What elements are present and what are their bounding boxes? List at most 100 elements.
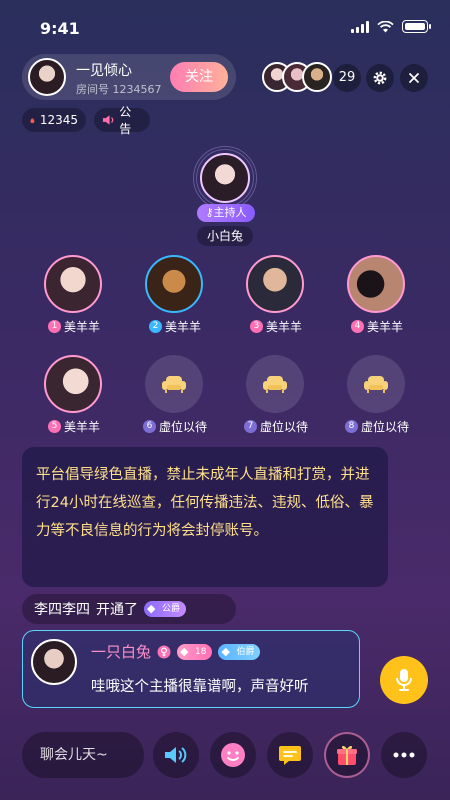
- noble-label: 公爵: [162, 604, 181, 614]
- key-icon: ⚷: [205, 206, 214, 219]
- status-time: 9:41: [40, 19, 80, 38]
- follow-button[interactable]: 关注: [170, 62, 228, 92]
- host-card[interactable]: 一见倾心 房间号 1234567 关注: [22, 54, 236, 100]
- seat-name: 虚位以待: [259, 420, 308, 434]
- seat-name: 美羊羊: [265, 320, 302, 334]
- room-number: 房间号 1234567: [76, 83, 162, 96]
- seat-label: 1 美羊羊: [29, 318, 119, 335]
- mic-button[interactable]: [380, 656, 428, 704]
- message-button[interactable]: [267, 732, 313, 778]
- gender-female-icon: [157, 645, 171, 658]
- announcement-label: 公告: [119, 105, 132, 136]
- emoji-button[interactable]: [210, 732, 256, 778]
- mic-seat-3[interactable]: 3 美羊羊: [231, 255, 321, 345]
- speaker-icon: [165, 747, 187, 763]
- microphone-icon: [396, 669, 412, 691]
- seat-label: 6 虚位以待: [130, 418, 220, 435]
- speaker-icon: [102, 115, 114, 125]
- message-action: 开通了: [96, 602, 138, 618]
- noble-badge: 公爵: [144, 601, 187, 617]
- noble-badge: 伯爵: [218, 643, 261, 660]
- seat-number: 8: [344, 420, 358, 433]
- sofa-icon: [162, 376, 186, 393]
- host-seat[interactable]: ⚷主持人 小白兔: [187, 146, 263, 246]
- seat-number: 6: [142, 420, 156, 433]
- chat-input[interactable]: 聊会儿天~: [22, 732, 144, 778]
- chat-avatar[interactable]: [31, 639, 77, 685]
- seat-label: 7 虚位以待: [231, 418, 321, 435]
- mic-seat-1[interactable]: 1 美羊羊: [29, 255, 119, 345]
- sofa-icon: [263, 376, 287, 393]
- seat-number: 7: [243, 420, 257, 433]
- viewer-count[interactable]: 29: [333, 64, 361, 92]
- platform-notice: 平台倡导绿色直播，禁止未成年人直播和打赏，并进行24小时在线巡查，任何传播违法、…: [22, 447, 388, 587]
- seat-avatar[interactable]: [44, 255, 102, 313]
- chat-bubble-icon: [279, 746, 301, 765]
- seat-name: 美羊羊: [164, 320, 201, 334]
- seat-label: 8 虚位以待: [332, 418, 422, 435]
- flame-icon: [30, 116, 35, 123]
- level-badge: 18: [177, 643, 213, 660]
- gear-icon: [373, 71, 387, 85]
- mic-seat-8[interactable]: 8 虚位以待: [332, 355, 422, 445]
- heat-pill[interactable]: 12345: [22, 108, 86, 132]
- noble-label: 伯爵: [236, 646, 255, 657]
- seat-name: 美羊羊: [63, 420, 100, 434]
- host-avatar[interactable]: [28, 58, 66, 96]
- close-button[interactable]: [400, 64, 428, 92]
- wifi-icon: [377, 20, 394, 32]
- level-value: 18: [195, 646, 207, 657]
- host-role-label: 主持人: [213, 206, 247, 219]
- settings-button[interactable]: [366, 64, 394, 92]
- battery-icon: [402, 20, 431, 33]
- mic-seat-4[interactable]: 4 美羊羊: [332, 255, 422, 345]
- seat-number: 2: [148, 320, 162, 333]
- seat-number: 4: [350, 320, 364, 333]
- seat-avatar[interactable]: [44, 355, 102, 413]
- volume-button[interactable]: [153, 732, 199, 778]
- seat-avatar[interactable]: [145, 255, 203, 313]
- mic-seat-6[interactable]: 6 虚位以待: [130, 355, 220, 445]
- seat-avatar[interactable]: [246, 255, 304, 313]
- seat-number: 1: [47, 320, 61, 333]
- seat-label: 5 美羊羊: [29, 418, 119, 435]
- seat-avatar[interactable]: [347, 255, 405, 313]
- more-icon: [393, 752, 415, 758]
- host-seat-avatar[interactable]: [200, 153, 250, 203]
- seat-number: 5: [47, 420, 61, 433]
- empty-seat[interactable]: [145, 355, 203, 413]
- mic-seat-2[interactable]: 2 美羊羊: [130, 255, 220, 345]
- viewer-avatar[interactable]: [302, 62, 332, 92]
- close-icon: [409, 73, 419, 83]
- more-button[interactable]: [381, 732, 427, 778]
- chat-user-row: 一只白兔 18 伯爵: [91, 641, 261, 662]
- system-message: 李四李四 开通了 公爵: [22, 594, 236, 624]
- chat-text: 哇哦这个主播很靠谱啊，声音好听: [91, 679, 309, 695]
- viewer-avatars[interactable]: [262, 62, 332, 94]
- sofa-icon: [364, 376, 388, 393]
- gift-icon: [337, 745, 357, 765]
- seat-name: 虚位以待: [158, 420, 207, 434]
- empty-seat[interactable]: [246, 355, 304, 413]
- seat-name: 美羊羊: [63, 320, 100, 334]
- mic-seat-5[interactable]: 5 美羊羊: [29, 355, 119, 445]
- seat-label: 3 美羊羊: [231, 318, 321, 335]
- host-role-badge: ⚷主持人: [197, 204, 255, 222]
- signal-icon: [351, 20, 369, 33]
- seat-name: 虚位以待: [360, 420, 409, 434]
- status-bar: 9:41: [0, 0, 450, 56]
- seat-number: 3: [249, 320, 263, 333]
- seat-name: 美羊羊: [366, 320, 403, 334]
- message-user: 李四李四: [34, 602, 90, 618]
- mic-seat-7[interactable]: 7 虚位以待: [231, 355, 321, 445]
- chat-message[interactable]: 一只白兔 18 伯爵 哇哦这个主播很靠谱啊，声音好听: [22, 630, 360, 708]
- gift-button[interactable]: [324, 732, 370, 778]
- host-seat-name: 小白兔: [197, 226, 253, 246]
- emoji-icon: [221, 743, 245, 767]
- chat-username: 一只白兔: [91, 643, 152, 661]
- heat-value: 12345: [39, 113, 78, 127]
- announcement-pill[interactable]: 公告: [94, 105, 150, 136]
- seat-label: 4 美羊羊: [332, 318, 422, 335]
- status-icons: [351, 20, 431, 33]
- empty-seat[interactable]: [347, 355, 405, 413]
